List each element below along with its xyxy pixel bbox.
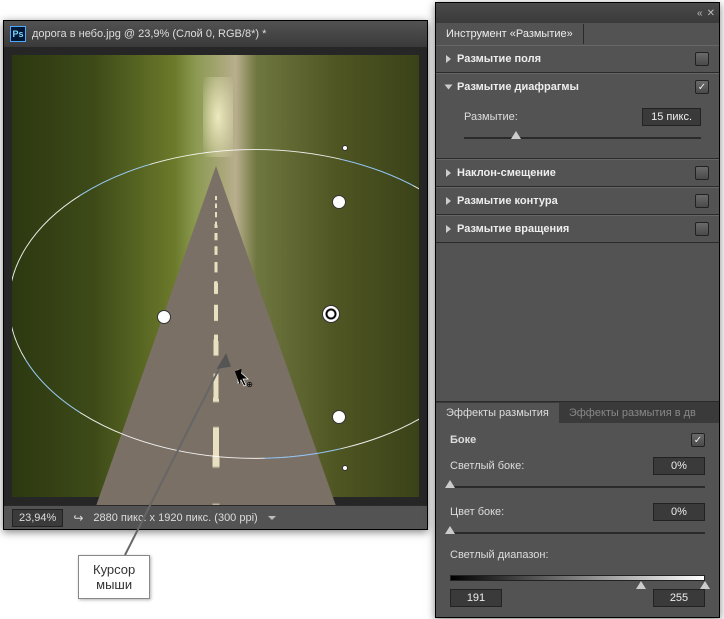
document-window: Ps дорога в небо.jpg @ 23,9% (Слой 0, RG… [3, 20, 428, 530]
light-bokeh-field[interactable]: 0% [653, 457, 705, 475]
section-head-tilt-shift[interactable]: Наклон-смещение [436, 160, 719, 186]
blur-amount-slider[interactable] [464, 132, 701, 144]
close-icon[interactable]: ✕ [707, 8, 715, 19]
section-head-field-blur[interactable]: Размытие поля [436, 46, 719, 72]
section-label: Наклон-смещение [457, 167, 689, 179]
disclosure-icon [446, 197, 451, 205]
panel-tabs: Инструмент «Размытие» [436, 23, 719, 45]
tilt-shift-checkbox[interactable] [695, 166, 709, 180]
export-icon[interactable]: ↪ [73, 511, 83, 525]
light-bokeh-label: Светлый боке: [450, 460, 645, 472]
photoshop-icon: Ps [10, 26, 26, 42]
blur-pin-center[interactable] [322, 305, 340, 323]
callout-text-line1: Курсор [93, 562, 135, 577]
path-blur-checkbox[interactable] [695, 194, 709, 208]
section-head-iris-blur[interactable]: Размытие диафрагмы [436, 74, 719, 100]
section-path-blur: Размытие контура [436, 187, 719, 215]
document-canvas[interactable]: ⊕ [4, 47, 427, 505]
disclosure-icon [446, 169, 451, 177]
disclosure-icon [446, 55, 451, 63]
cursor-icon: ⊕ [237, 369, 251, 387]
light-range-label: Светлый диапазон: [450, 549, 705, 561]
collapse-icon[interactable]: « [697, 8, 703, 19]
bokeh-label: Боке [450, 434, 691, 446]
section-label: Размытие поля [457, 53, 689, 65]
document-statusbar: 23,94% ↪ 2880 пикс. x 1920 пикс. (300 pp… [4, 505, 427, 529]
ellipse-handle-top[interactable] [342, 145, 348, 151]
field-blur-checkbox[interactable] [695, 52, 709, 66]
section-field-blur: Размытие поля [436, 45, 719, 73]
document-title: дорога в небо.jpg @ 23,9% (Слой 0, RGB/8… [32, 28, 266, 40]
disclosure-icon [445, 85, 453, 90]
color-bokeh-label: Цвет боке: [450, 506, 645, 518]
section-iris-blur: Размытие диафрагмы Размытие: 15 пикс. [436, 73, 719, 159]
section-head-path-blur[interactable]: Размытие контура [436, 188, 719, 214]
light-range-low[interactable]: 191 [450, 589, 502, 607]
tab-motion-effects[interactable]: Эффекты размытия в дв [559, 403, 706, 423]
color-bokeh-field[interactable]: 0% [653, 503, 705, 521]
iris-blur-checkbox[interactable] [695, 80, 709, 94]
photo-preview[interactable]: ⊕ [12, 55, 419, 497]
callout-label: Курсор мыши [78, 555, 150, 599]
ellipse-handle-bottom[interactable] [342, 465, 348, 471]
section-tilt-shift: Наклон-смещение [436, 159, 719, 187]
bokeh-checkbox[interactable] [691, 433, 705, 447]
section-label: Размытие контура [457, 195, 689, 207]
tab-blur-tool[interactable]: Инструмент «Размытие» [436, 24, 584, 44]
light-range-high[interactable]: 255 [653, 589, 705, 607]
section-label: Размытие вращения [457, 223, 689, 235]
feather-handle[interactable] [332, 195, 346, 209]
tab-blur-effects[interactable]: Эффекты размытия [436, 403, 559, 423]
spin-blur-checkbox[interactable] [695, 222, 709, 236]
blur-tools-panel: « ✕ Инструмент «Размытие» Размытие поля … [435, 2, 720, 618]
section-spin-blur: Размытие вращения [436, 215, 719, 243]
blur-amount-field[interactable]: 15 пикс. [642, 108, 701, 126]
color-bokeh-slider[interactable] [450, 527, 705, 539]
document-titlebar: Ps дорога в небо.jpg @ 23,9% (Слой 0, RG… [4, 21, 427, 47]
disclosure-icon [446, 225, 451, 233]
feather-handle[interactable] [332, 410, 346, 424]
doc-info: 2880 пикс. x 1920 пикс. (300 ppi) [93, 512, 257, 524]
effects-tabs: Эффекты размытия Эффекты размытия в дв [436, 401, 719, 423]
section-label: Размытие диафрагмы [457, 81, 689, 93]
callout-text-line2: мыши [93, 577, 135, 592]
iris-blur-content: Размытие: 15 пикс. [436, 100, 719, 158]
light-bokeh-slider[interactable] [450, 481, 705, 493]
section-head-spin-blur[interactable]: Размытие вращения [436, 216, 719, 242]
panel-head: « ✕ [436, 3, 719, 23]
feather-handle[interactable] [157, 310, 171, 324]
effects-body: Боке Светлый боке: 0% Цвет боке: 0% [436, 423, 719, 617]
blur-amount-label: Размытие: [464, 111, 634, 123]
zoom-field[interactable]: 23,94% [12, 509, 63, 527]
info-menu-arrow[interactable] [268, 516, 276, 520]
light-range-slider[interactable] [450, 565, 705, 589]
